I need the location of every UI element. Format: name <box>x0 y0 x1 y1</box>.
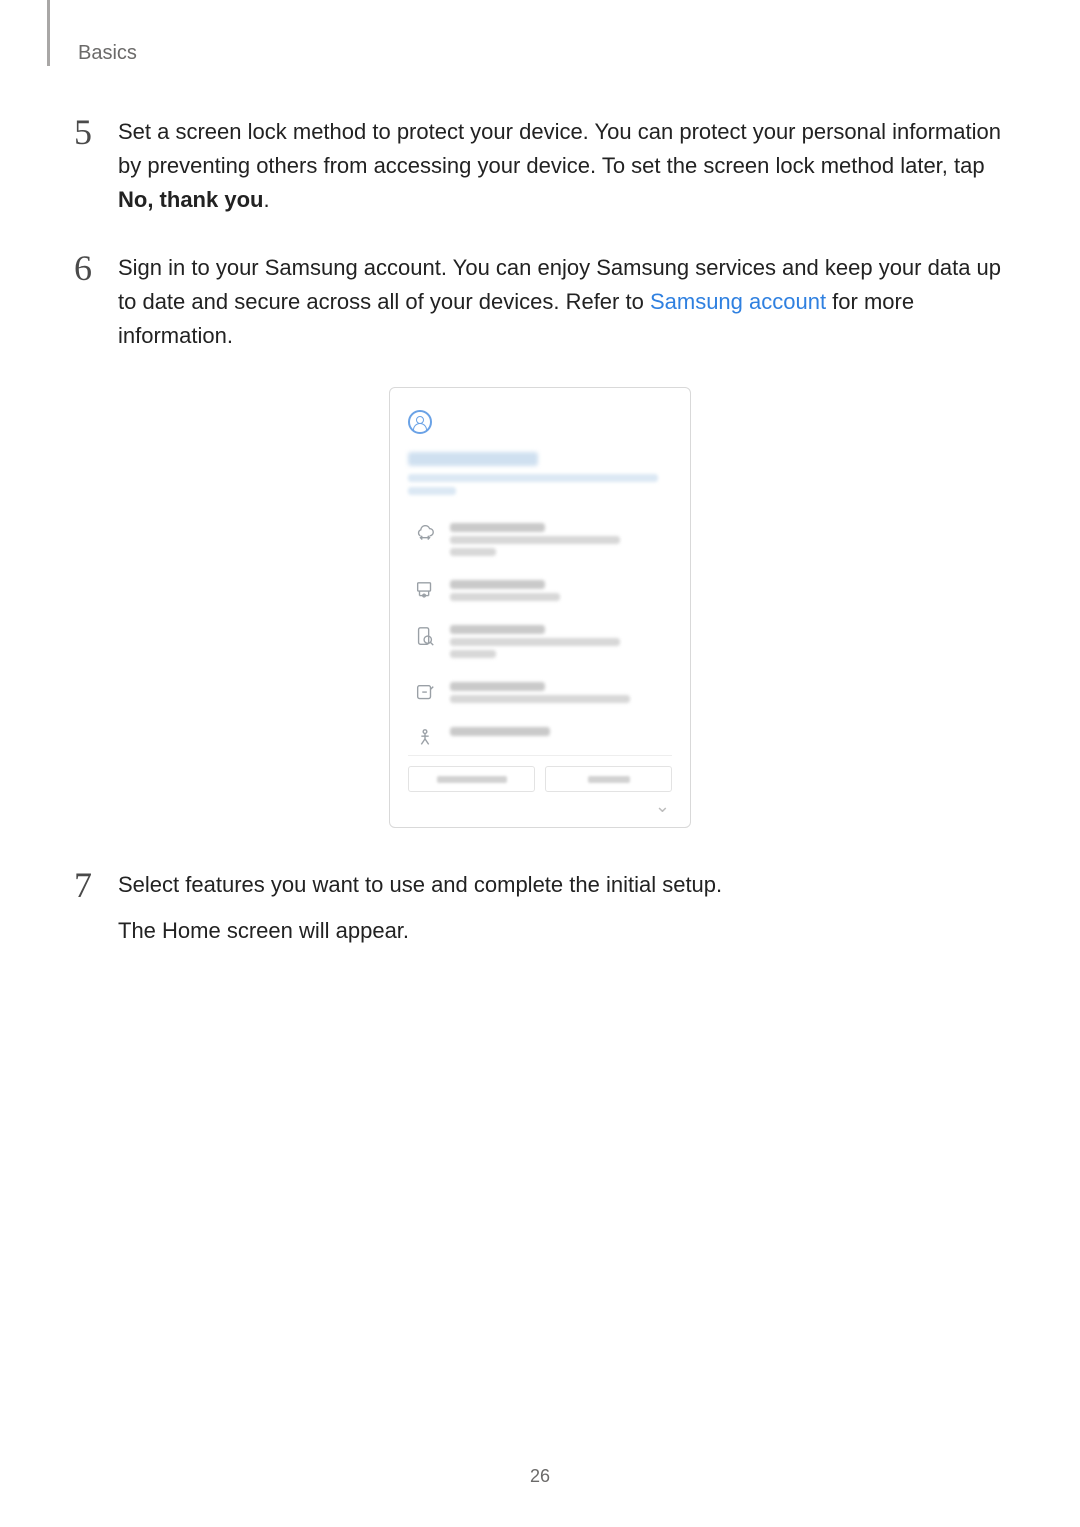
feature-samsung-health <box>408 717 672 749</box>
feature-samsung-pass <box>408 672 672 717</box>
feature-title <box>450 727 550 736</box>
sign-in-button[interactable] <box>545 766 672 792</box>
feature-find-my-mobile <box>408 615 672 672</box>
feature-text <box>450 580 666 605</box>
feature-text <box>450 727 666 740</box>
chevron-down-icon[interactable]: ⌄ <box>408 792 672 817</box>
sign-in-label <box>588 776 630 783</box>
step-5-number: 5 <box>74 115 118 217</box>
feature-text <box>450 625 666 662</box>
step-7: 7 Select features you want to use and co… <box>74 868 1006 948</box>
header-rule <box>47 0 50 66</box>
phone-mockup-wrap: ⌄ <box>74 387 1006 828</box>
feature-title <box>450 523 545 532</box>
phone-button-row <box>408 755 672 792</box>
phone-mockup: ⌄ <box>389 387 691 828</box>
phone-subtitle-line1 <box>408 474 658 482</box>
phone-subtitle-line2 <box>408 487 456 495</box>
feature-title <box>450 682 545 691</box>
feature-title <box>450 625 545 634</box>
step-5-body: Set a screen lock method to protect your… <box>118 115 1006 217</box>
step-7-line2: The Home screen will appear. <box>118 914 1006 948</box>
feature-desc-cont <box>450 650 496 658</box>
feature-text <box>450 682 666 707</box>
themes-icon <box>414 580 436 602</box>
steps-container: 5 Set a screen lock method to protect yo… <box>74 115 1006 353</box>
find-mobile-icon <box>414 625 436 647</box>
feature-samsung-themes <box>408 570 672 615</box>
step-6: 6 Sign in to your Samsung account. You c… <box>74 251 1006 353</box>
feature-desc <box>450 536 620 544</box>
steps-container-2: 7 Select features you want to use and co… <box>74 868 1006 948</box>
create-account-label <box>437 776 507 783</box>
page-number: 26 <box>0 1466 1080 1487</box>
step-7-body: Select features you want to use and comp… <box>118 868 1006 948</box>
step-5-text-post: . <box>263 187 269 212</box>
avatar-icon <box>408 410 432 434</box>
step-6-body: Sign in to your Samsung account. You can… <box>118 251 1006 353</box>
feature-desc <box>450 593 560 601</box>
feature-desc <box>450 638 620 646</box>
step-7-line1: Select features you want to use and comp… <box>118 872 722 897</box>
step-6-number: 6 <box>74 251 118 353</box>
feature-samsung-cloud <box>408 513 672 570</box>
feature-desc <box>450 695 630 703</box>
step-5-bold: No, thank you <box>118 187 263 212</box>
create-account-button[interactable] <box>408 766 535 792</box>
health-icon <box>414 727 436 749</box>
step-7-number: 7 <box>74 868 118 948</box>
feature-title <box>450 580 545 589</box>
pass-icon <box>414 682 436 704</box>
step-5: 5 Set a screen lock method to protect yo… <box>74 115 1006 217</box>
cloud-sync-icon <box>414 523 436 545</box>
step-5-text-pre: Set a screen lock method to protect your… <box>118 119 1001 178</box>
samsung-account-link[interactable]: Samsung account <box>650 289 826 314</box>
feature-desc-cont <box>450 548 496 556</box>
section-label: Basics <box>78 42 1006 65</box>
phone-title <box>408 452 538 466</box>
phone-feature-list <box>408 513 672 749</box>
feature-text <box>450 523 666 560</box>
